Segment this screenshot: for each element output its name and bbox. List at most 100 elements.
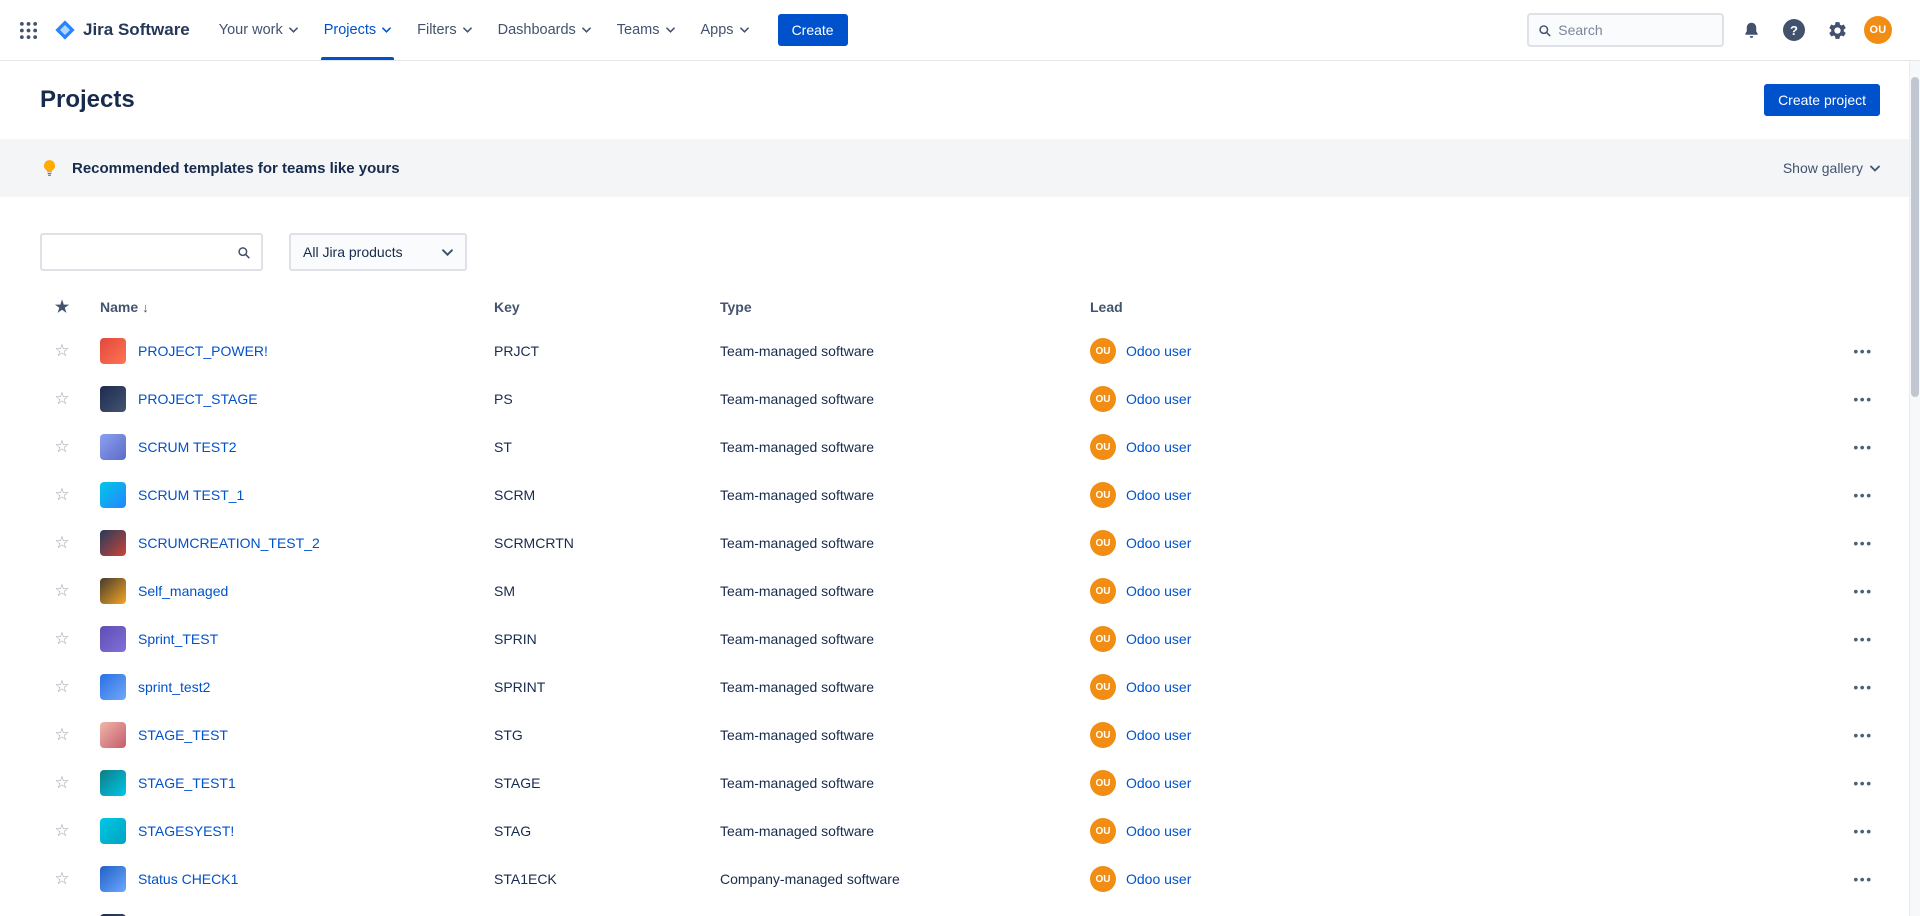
project-type: Team-managed software (720, 487, 1090, 503)
global-search[interactable] (1527, 13, 1724, 47)
lead-avatar: OU (1090, 578, 1116, 604)
row-more-actions-button[interactable]: ••• (1846, 768, 1880, 798)
column-header-name[interactable]: Name↓ (84, 299, 494, 315)
user-avatar[interactable]: OU (1864, 16, 1892, 44)
nav-item-filters[interactable]: Filters (404, 0, 484, 60)
row-more-actions-button[interactable]: ••• (1846, 624, 1880, 654)
show-gallery-button[interactable]: Show gallery (1783, 160, 1880, 176)
row-more-actions-button[interactable]: ••• (1846, 672, 1880, 702)
project-name-link[interactable]: SCRUMCREATION_TEST_2 (138, 535, 320, 551)
table-row: ☆ SCRUM TEST2 ST Team-managed software O… (0, 423, 1920, 471)
project-type: Team-managed software (720, 679, 1090, 695)
jira-mark-icon (54, 19, 76, 41)
table-row: ☆ STAGESYEST! STAG Team-managed software… (0, 807, 1920, 855)
page-header: Projects Create project (0, 61, 1920, 139)
star-project-button[interactable]: ☆ (54, 629, 69, 649)
help-button[interactable]: ? (1778, 14, 1810, 46)
banner-title: Recommended templates for teams like you… (72, 160, 400, 177)
global-search-input[interactable] (1558, 22, 1713, 38)
star-project-button[interactable]: ☆ (54, 533, 69, 553)
project-avatar (100, 386, 126, 412)
star-project-button[interactable]: ☆ (54, 341, 69, 361)
column-header-lead[interactable]: Lead (1090, 299, 1820, 315)
projects-table-header: ★ Name↓ Key Type Lead (0, 287, 1920, 327)
lead-name-link[interactable]: Odoo user (1126, 727, 1191, 743)
row-more-actions-button[interactable]: ••• (1846, 336, 1880, 366)
project-key: STG (494, 727, 720, 743)
nav-item-dashboards[interactable]: Dashboards (485, 0, 604, 60)
lead-name-link[interactable]: Odoo user (1126, 439, 1191, 455)
lead-name-link[interactable]: Odoo user (1126, 343, 1191, 359)
banner-left: Recommended templates for teams like you… (40, 157, 400, 179)
row-more-actions-button[interactable]: ••• (1846, 720, 1880, 750)
project-name-link[interactable]: PROJECT_STAGE (138, 391, 258, 407)
star-project-button[interactable]: ☆ (54, 437, 69, 457)
filters-bar: All Jira products (0, 233, 1920, 271)
projects-search-input[interactable] (53, 244, 229, 260)
column-header-type[interactable]: Type (720, 299, 1090, 315)
table-row: ☆ SCRUMCREATION_TEST_2 SCRMCRTN Team-man… (0, 519, 1920, 567)
lead-avatar: OU (1090, 866, 1116, 892)
star-project-button[interactable]: ☆ (54, 821, 69, 841)
row-more-actions-button[interactable]: ••• (1846, 432, 1880, 462)
project-type: Team-managed software (720, 343, 1090, 359)
nav-item-projects[interactable]: Projects (311, 0, 404, 60)
table-row: ☆ Self_managed SM Team-managed software … (0, 567, 1920, 615)
nav-item-teams[interactable]: Teams (604, 0, 688, 60)
star-project-button[interactable]: ☆ (54, 725, 69, 745)
row-more-actions-button[interactable]: ••• (1846, 528, 1880, 558)
lead-name-link[interactable]: Odoo user (1126, 679, 1191, 695)
notifications-button[interactable] (1735, 14, 1767, 46)
star-project-button[interactable]: ☆ (54, 677, 69, 697)
lead-name-link[interactable]: Odoo user (1126, 631, 1191, 647)
project-avatar (100, 530, 126, 556)
project-name-link[interactable]: Self_managed (138, 583, 228, 599)
row-more-actions-button[interactable]: ••• (1846, 816, 1880, 846)
project-name-link[interactable]: STAGESYEST! (138, 823, 234, 839)
star-project-button[interactable]: ☆ (54, 485, 69, 505)
table-row: ☆ SCRUM TEST_1 SCRM Team-managed softwar… (0, 471, 1920, 519)
project-key: ST (494, 439, 720, 455)
lead-name-link[interactable]: Odoo user (1126, 775, 1191, 791)
search-icon (1538, 23, 1551, 38)
create-button[interactable]: Create (778, 14, 848, 46)
project-name-link[interactable]: Sprint_TEST (138, 631, 218, 647)
project-name-link[interactable]: Status CHECK1 (138, 871, 238, 887)
create-project-button[interactable]: Create project (1764, 84, 1880, 116)
scrollbar-thumb[interactable] (1911, 77, 1919, 397)
row-more-actions-button[interactable]: ••• (1846, 480, 1880, 510)
templates-banner: Recommended templates for teams like you… (0, 139, 1920, 197)
star-project-button[interactable]: ☆ (54, 581, 69, 601)
project-name-link[interactable]: STAGE_TEST1 (138, 775, 236, 791)
lead-name-link[interactable]: Odoo user (1126, 871, 1191, 887)
lead-avatar: OU (1090, 674, 1116, 700)
jira-logo[interactable]: Jira Software (48, 19, 202, 41)
nav-item-your-work[interactable]: Your work (206, 0, 311, 60)
products-filter-select[interactable]: All Jira products (289, 233, 467, 271)
projects-search[interactable] (40, 233, 263, 271)
lead-avatar: OU (1090, 530, 1116, 556)
star-project-button[interactable]: ☆ (54, 389, 69, 409)
nav-item-apps[interactable]: Apps (688, 0, 762, 60)
project-name-link[interactable]: SCRUM TEST_1 (138, 487, 244, 503)
lead-name-link[interactable]: Odoo user (1126, 583, 1191, 599)
row-more-actions-button[interactable]: ••• (1846, 384, 1880, 414)
project-name-link[interactable]: sprint_test2 (138, 679, 210, 695)
star-project-button[interactable]: ☆ (54, 773, 69, 793)
row-more-actions-button[interactable]: ••• (1846, 576, 1880, 606)
lead-name-link[interactable]: Odoo user (1126, 391, 1191, 407)
project-name-link[interactable]: SCRUM TEST2 (138, 439, 237, 455)
lead-avatar: OU (1090, 434, 1116, 460)
project-name-link[interactable]: PROJECT_POWER! (138, 343, 268, 359)
column-header-key[interactable]: Key (494, 299, 720, 315)
project-avatar (100, 626, 126, 652)
lead-name-link[interactable]: Odoo user (1126, 823, 1191, 839)
app-switcher-button[interactable] (12, 14, 44, 46)
lead-avatar: OU (1090, 818, 1116, 844)
lead-name-link[interactable]: Odoo user (1126, 535, 1191, 551)
row-more-actions-button[interactable]: ••• (1846, 864, 1880, 894)
project-name-link[interactable]: STAGE_TEST (138, 727, 228, 743)
settings-button[interactable] (1821, 14, 1853, 46)
star-project-button[interactable]: ☆ (54, 869, 69, 889)
lead-name-link[interactable]: Odoo user (1126, 487, 1191, 503)
